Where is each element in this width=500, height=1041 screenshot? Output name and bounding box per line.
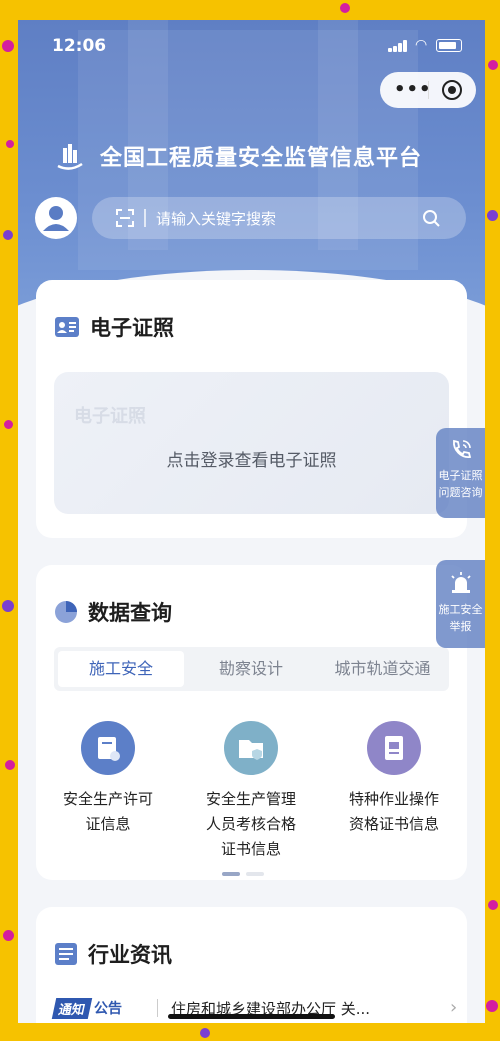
- decor-dot: [3, 230, 13, 240]
- decor-dot: [2, 600, 14, 612]
- decor-dot: [488, 60, 498, 70]
- search-input[interactable]: [154, 206, 408, 232]
- battery-icon: [436, 39, 462, 52]
- alarm-light-icon: [450, 572, 471, 593]
- license-card-title: 电子证照: [90, 316, 174, 340]
- decor-dot: [486, 1000, 498, 1012]
- decor-dot: [200, 1028, 210, 1038]
- data-query-card: 数据查询 施工安全 勘察设计 城市轨道交通 安全生产许可 证信息 安全生产管理 …: [36, 565, 467, 880]
- data-query-title: 数据查询: [88, 601, 172, 625]
- decor-dot: [488, 900, 498, 910]
- data-query-header: 数据查询: [54, 597, 172, 627]
- home-indicator: [168, 1014, 335, 1019]
- notice-tag: 通知 公告: [51, 997, 123, 1019]
- query-tabs: 施工安全 勘察设计 城市轨道交通: [54, 647, 449, 691]
- avatar[interactable]: [35, 197, 77, 239]
- side-button-label: 举报: [449, 620, 472, 633]
- query-item-safety-manager[interactable]: 安全生产管理 人员考核合格 证书信息: [181, 721, 321, 862]
- target-circle-icon[interactable]: [442, 80, 462, 100]
- decor-dot: [487, 210, 498, 221]
- mini-program-capsule: •••: [380, 72, 476, 108]
- query-item-special-operation[interactable]: 特种作业操作 资格证书信息: [324, 721, 464, 837]
- status-bar: 12:06 ◠: [18, 20, 485, 72]
- decor-dot: [3, 930, 14, 941]
- query-item-label: 安全生产许可 证信息: [62, 790, 153, 833]
- id-card-icon: [55, 317, 79, 337]
- decor-dot: [6, 140, 14, 148]
- tab-survey-design[interactable]: 勘察设计: [186, 647, 316, 691]
- document-card-icon: [367, 721, 421, 775]
- chevron-right-icon[interactable]: ›: [450, 997, 457, 1018]
- phone-screen: 12:06 ◠ ••• 全国工程质量安全监管信息平台 请输入关键字搜索 电子证照…: [18, 20, 485, 1023]
- folder-shield-icon: [224, 721, 278, 775]
- notice-tag-b: 公告: [94, 1001, 123, 1017]
- news-list-icon: [55, 943, 77, 965]
- license-login-message[interactable]: 点击登录查看电子证照: [54, 446, 449, 471]
- side-button-label: 施工安全: [438, 603, 483, 616]
- license-login-panel[interactable]: 电子证照 点击登录查看电子证照: [54, 372, 449, 514]
- certificate-icon: [81, 721, 135, 775]
- news-card: 行业资讯 通知 公告 住房和城乡建设部办公厅 关... ›: [36, 907, 467, 1023]
- side-button-label: 问题咨询: [438, 486, 483, 499]
- carousel-pager: [222, 861, 270, 880]
- platform-logo-icon: [54, 140, 86, 172]
- query-item-label: 特种作业操作 资格证书信息: [348, 790, 439, 833]
- search-bar[interactable]: [92, 197, 466, 239]
- decor-dot: [340, 3, 350, 13]
- safety-report-button[interactable]: 施工安全 举报: [436, 560, 485, 648]
- notice-tag-a: 通知: [51, 997, 93, 1019]
- pager-dot[interactable]: [246, 872, 264, 876]
- tab-construction-safety[interactable]: 施工安全: [58, 651, 184, 687]
- tab-urban-rail[interactable]: 城市轨道交通: [316, 647, 449, 691]
- query-item-label: 安全生产管理 人员考核合格 证书信息: [205, 790, 296, 858]
- news-header: 行业资讯: [54, 939, 172, 969]
- pager-dot-active[interactable]: [222, 872, 240, 876]
- search-icon[interactable]: [422, 209, 440, 227]
- decor-dot: [5, 760, 15, 770]
- decor-dot: [2, 40, 14, 52]
- phone-call-icon: [452, 439, 471, 458]
- license-card-header: 电子证照: [54, 312, 174, 342]
- decor-dot: [4, 420, 13, 429]
- pie-chart-icon: [55, 601, 77, 623]
- side-button-label: 电子证照: [438, 469, 483, 482]
- signal-icon: [388, 40, 410, 52]
- license-card: 电子证照 电子证照 点击登录查看电子证照: [36, 280, 467, 538]
- brand-header: 全国工程质量安全监管信息平台: [54, 138, 422, 174]
- more-dots-icon[interactable]: •••: [394, 79, 432, 100]
- wifi-icon: ◠: [415, 37, 428, 53]
- license-watermark: 电子证照: [74, 406, 146, 427]
- news-title: 行业资讯: [88, 943, 172, 967]
- scan-icon[interactable]: [116, 209, 134, 227]
- license-consult-button[interactable]: 电子证照 问题咨询: [436, 428, 485, 518]
- page-title: 全国工程质量安全监管信息平台: [100, 146, 423, 171]
- status-time: 12:06: [52, 36, 107, 56]
- query-item-safety-permit[interactable]: 安全生产许可 证信息: [38, 721, 178, 837]
